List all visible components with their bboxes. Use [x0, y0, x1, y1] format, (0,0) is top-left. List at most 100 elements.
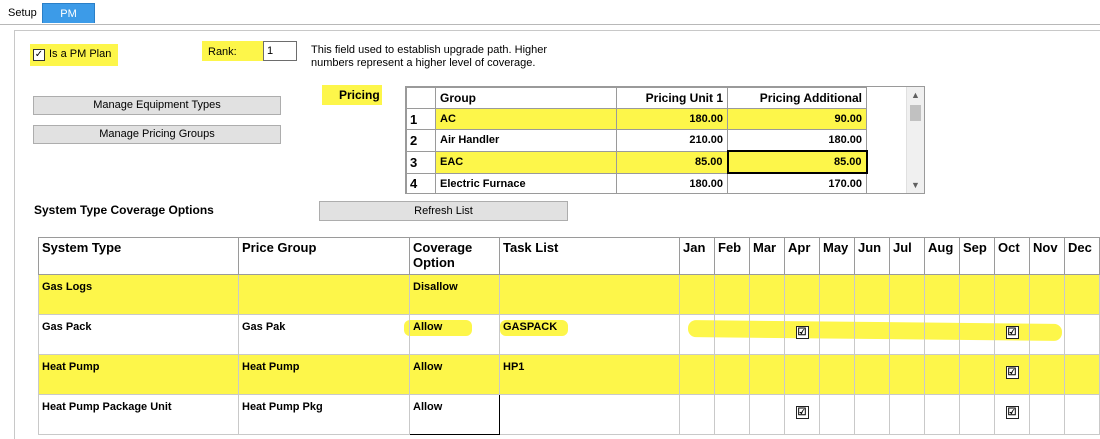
month-checkbox-icon[interactable]: ☑ [795, 326, 809, 339]
month-checkbox-icon[interactable]: ☑ [1005, 366, 1019, 379]
cell-coverage-option[interactable]: Allow [409, 314, 500, 355]
cell-month-jan[interactable] [679, 274, 715, 315]
cell-month-sep[interactable] [959, 394, 995, 435]
col-month-feb[interactable]: Feb [714, 237, 750, 275]
cell-task-list[interactable] [499, 394, 680, 435]
cell-month-oct[interactable]: ☑ [994, 394, 1030, 435]
table-row[interactable]: Gas Logs Disallow [38, 274, 1100, 315]
pricing-col-additional[interactable]: Pricing Additional [727, 87, 867, 109]
cell-month-mar[interactable] [749, 354, 785, 395]
col-month-may[interactable]: May [819, 237, 855, 275]
col-month-mar[interactable]: Mar [749, 237, 785, 275]
cell-month-aug[interactable] [924, 354, 960, 395]
col-month-jan[interactable]: Jan [679, 237, 715, 275]
cell-month-aug[interactable] [924, 394, 960, 435]
pm-plan-checkbox-area[interactable]: ✓ Is a PM Plan [30, 44, 118, 66]
cell-month-oct[interactable] [994, 274, 1030, 315]
cell-price-group[interactable]: Gas Pak [238, 314, 410, 355]
pricing-col-group[interactable]: Group [435, 87, 617, 109]
pricing-cell-group[interactable]: AC [435, 108, 617, 130]
col-month-aug[interactable]: Aug [924, 237, 960, 275]
cell-month-nov[interactable] [1029, 274, 1065, 315]
cell-month-may[interactable] [819, 274, 855, 315]
manage-pricing-groups-button[interactable]: Manage Pricing Groups [33, 125, 281, 144]
col-coverage-option[interactable]: Coverage Option [409, 237, 500, 275]
pricing-cell-group[interactable]: EAC [435, 150, 617, 174]
month-checkbox-icon[interactable]: ☑ [1005, 406, 1019, 419]
tab-pm[interactable]: PM (01) [42, 3, 95, 40]
col-month-jun[interactable]: Jun [854, 237, 890, 275]
cell-month-jan[interactable] [679, 354, 715, 395]
cell-month-apr[interactable]: ☑ [784, 394, 820, 435]
cell-month-apr[interactable] [784, 354, 820, 395]
scroll-up-icon[interactable]: ▲ [907, 87, 924, 103]
cell-month-may[interactable] [819, 354, 855, 395]
cell-system-type[interactable]: Gas Pack [38, 314, 239, 355]
table-row[interactable]: Heat Pump Package Unit Heat Pump Pkg Allow… [38, 394, 1100, 435]
cell-month-jul[interactable] [889, 274, 925, 315]
pricing-col-unit1[interactable]: Pricing Unit 1 [616, 87, 728, 109]
cell-coverage-option[interactable]: Allow [409, 354, 500, 395]
pricing-cell-unit1[interactable]: 85.00 [616, 150, 728, 174]
month-checkbox-icon[interactable]: ☑ [795, 406, 809, 419]
table-row[interactable]: Gas Pack Gas Pak Allow GASPACK ☑ ☑ [38, 314, 1100, 355]
cell-month-nov[interactable] [1029, 314, 1065, 355]
cell-coverage-option[interactable]: Disallow [409, 274, 500, 315]
tab-setup[interactable]: Setup [2, 3, 42, 23]
col-month-dec[interactable]: Dec [1064, 237, 1100, 275]
cell-month-dec[interactable] [1064, 314, 1100, 355]
cell-task-list[interactable] [499, 274, 680, 315]
cell-system-type[interactable]: Heat Pump Package Unit [38, 394, 239, 435]
pricing-cell-additional-selected[interactable]: 85.00 [726, 150, 868, 174]
pricing-cell-group[interactable]: Air Handler [435, 129, 617, 152]
cell-month-jul[interactable] [889, 354, 925, 395]
pricing-cell-additional[interactable]: 180.00 [727, 129, 867, 152]
cell-month-sep[interactable] [959, 274, 995, 315]
pricing-grid[interactable]: Group Pricing Unit 1 Pricing Additional … [405, 86, 925, 194]
col-month-oct[interactable]: Oct [994, 237, 1030, 275]
cell-month-dec[interactable] [1064, 394, 1100, 435]
cell-month-may[interactable] [819, 314, 855, 355]
pricing-cell-additional[interactable]: 90.00 [727, 108, 867, 130]
cell-system-type[interactable]: Heat Pump [38, 354, 239, 395]
scroll-down-icon[interactable]: ▼ [907, 177, 924, 193]
scroll-thumb[interactable] [910, 105, 921, 121]
col-system-type[interactable]: System Type [38, 237, 239, 275]
pricing-cell-additional[interactable]: 170.00 [727, 172, 867, 193]
cell-month-mar[interactable] [749, 394, 785, 435]
cell-month-feb[interactable] [714, 394, 750, 435]
rank-input[interactable] [263, 41, 297, 61]
cell-task-list[interactable]: HP1 [499, 354, 680, 395]
table-row[interactable]: Heat Pump Heat Pump Allow HP1 ☑ [38, 354, 1100, 395]
cell-month-dec[interactable] [1064, 354, 1100, 395]
cell-month-may[interactable] [819, 394, 855, 435]
cell-month-jun[interactable] [854, 274, 890, 315]
cell-month-oct[interactable]: ☑ [994, 354, 1030, 395]
cell-month-jul[interactable] [889, 314, 925, 355]
cell-month-feb[interactable] [714, 274, 750, 315]
cell-month-aug[interactable] [924, 314, 960, 355]
cell-month-nov[interactable] [1029, 394, 1065, 435]
cell-month-jan[interactable] [679, 394, 715, 435]
cell-task-list[interactable]: GASPACK [499, 314, 680, 355]
cell-month-nov[interactable] [1029, 354, 1065, 395]
cell-month-dec[interactable] [1064, 274, 1100, 315]
cell-month-apr[interactable] [784, 274, 820, 315]
refresh-list-button[interactable]: Refresh List [319, 201, 568, 221]
col-month-sep[interactable]: Sep [959, 237, 995, 275]
pricing-cell-group[interactable]: Electric Furnace [435, 172, 617, 193]
cell-month-sep[interactable] [959, 314, 995, 355]
cell-month-jun[interactable] [854, 394, 890, 435]
cell-month-feb[interactable] [714, 354, 750, 395]
cell-month-oct[interactable]: ☑ [994, 314, 1030, 355]
cell-month-sep[interactable] [959, 354, 995, 395]
cell-system-type[interactable]: Gas Logs [38, 274, 239, 315]
cell-price-group[interactable]: Heat Pump [238, 354, 410, 395]
pricing-cell-unit1[interactable]: 180.00 [616, 172, 728, 193]
cell-month-apr[interactable]: ☑ [784, 314, 820, 355]
cell-month-jan[interactable] [679, 314, 715, 355]
col-price-group[interactable]: Price Group [238, 237, 410, 275]
manage-equipment-types-button[interactable]: Manage Equipment Types [33, 96, 281, 115]
cell-month-jun[interactable] [854, 354, 890, 395]
cell-price-group[interactable] [238, 274, 410, 315]
